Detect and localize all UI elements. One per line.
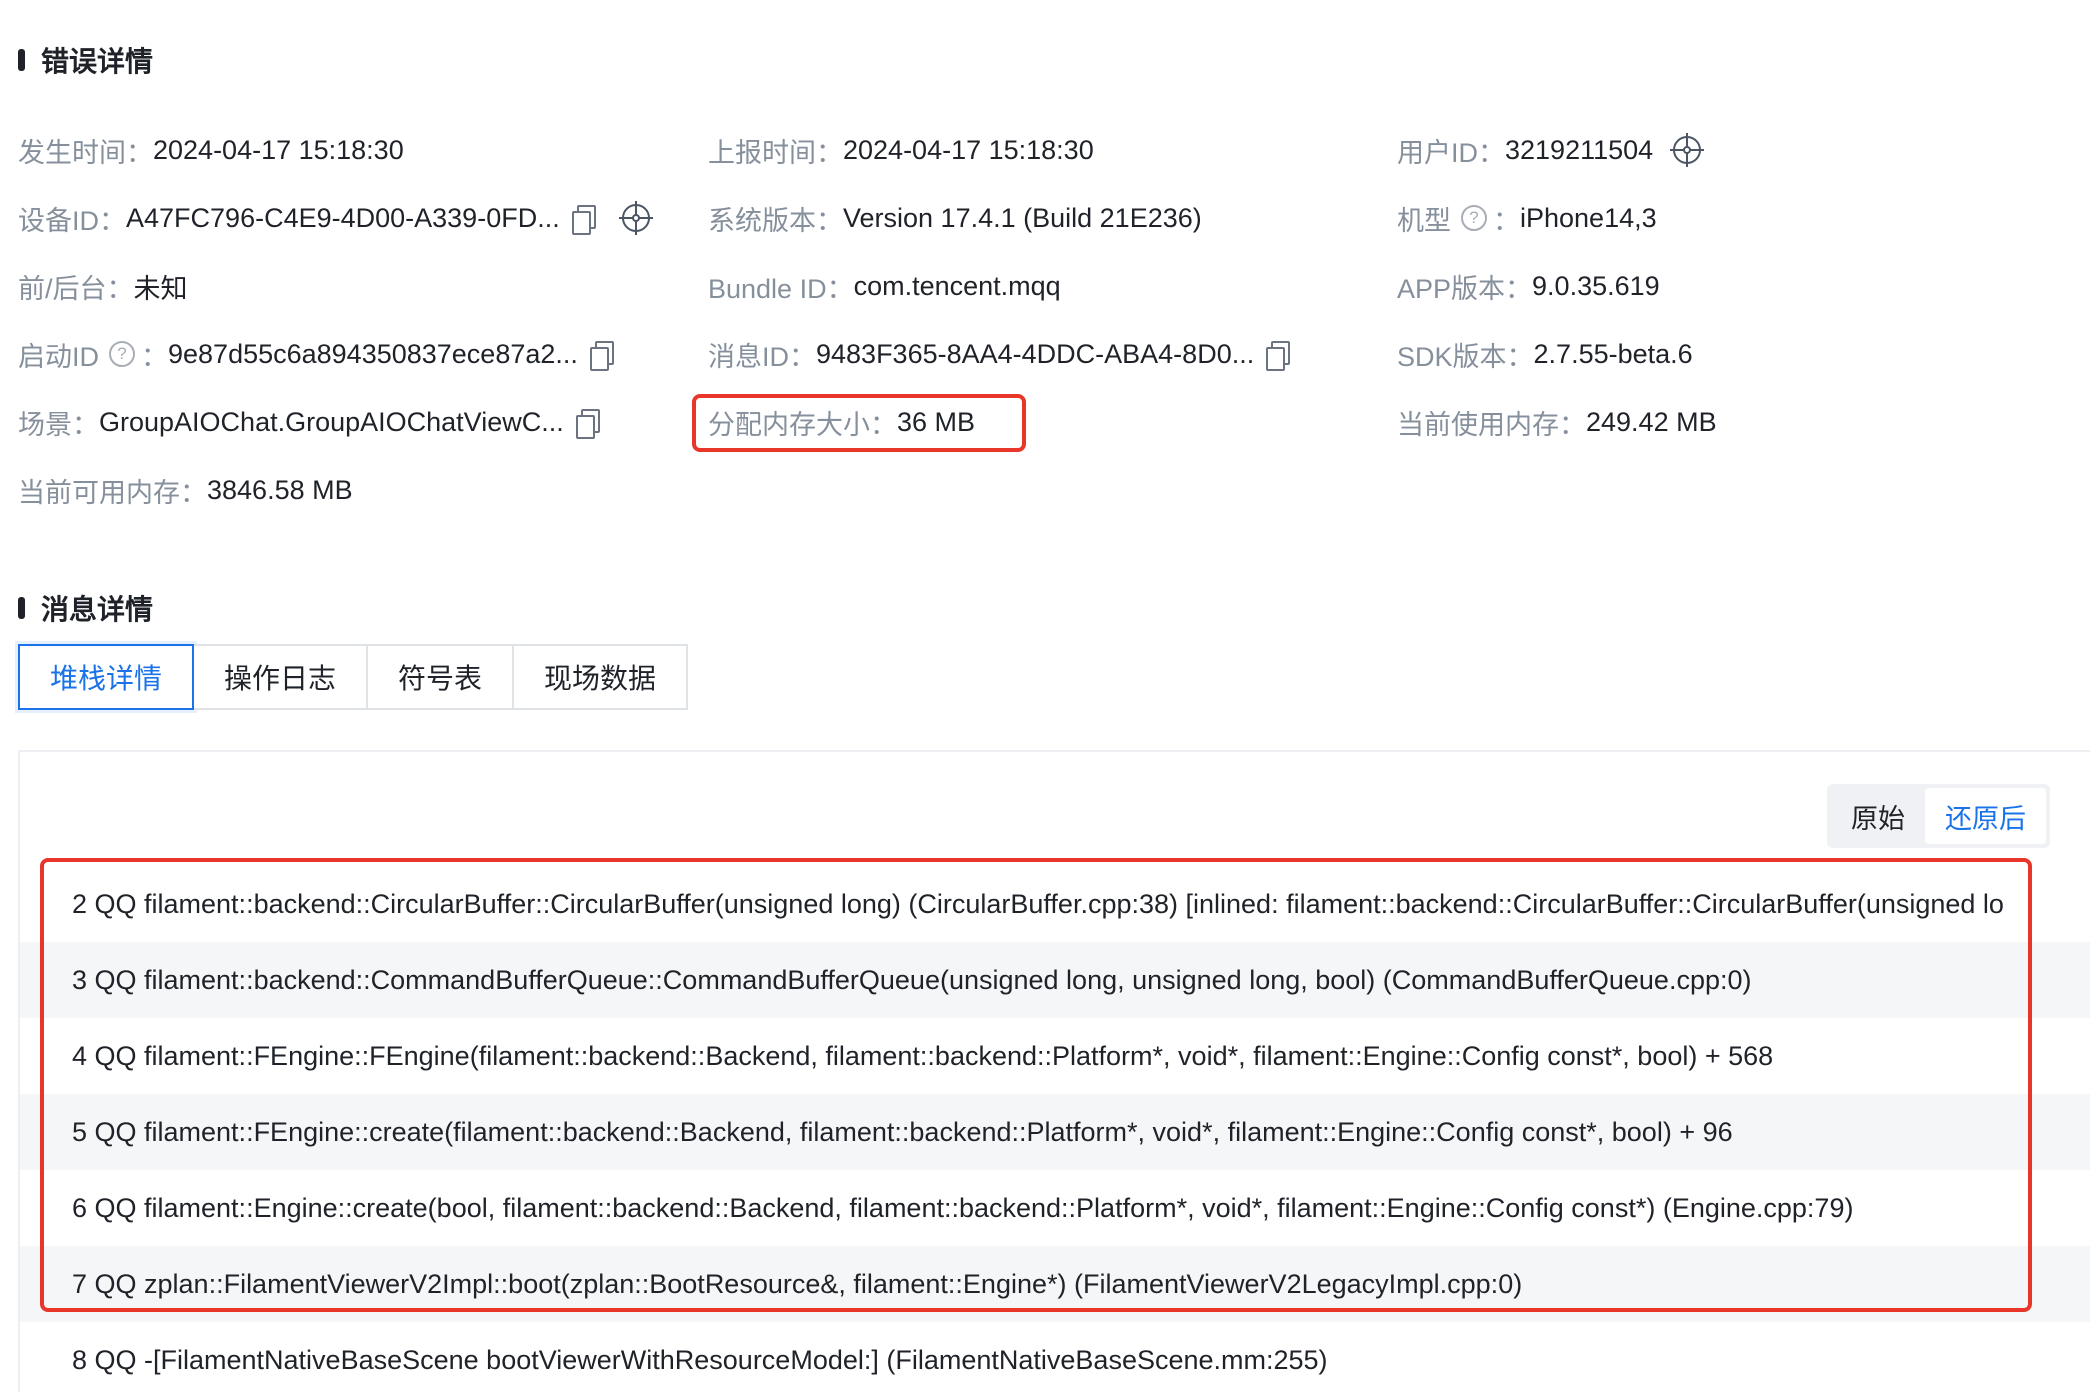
stack-row: 4 QQ filament::FEngine::FEngine(filament… bbox=[72, 1040, 1774, 1071]
toggle-raw[interactable]: 原始 bbox=[1831, 788, 1925, 844]
view-toggle: 原始 还原后 bbox=[1827, 784, 2050, 848]
help-icon[interactable]: ? bbox=[109, 341, 135, 367]
error-section-title: 错误详情 bbox=[18, 40, 153, 80]
tab-symbol-table[interactable]: 符号表 bbox=[368, 644, 514, 710]
help-icon[interactable]: ? bbox=[1461, 205, 1487, 231]
stack-row: 2 QQ filament::backend::CircularBuffer::… bbox=[72, 888, 2004, 919]
copy-scene-icon[interactable] bbox=[575, 409, 600, 439]
field-device-id: 设备ID： A47FC796-C4E9-4D00-A339-0FD... bbox=[18, 198, 650, 238]
toggle-restored[interactable]: 还原后 bbox=[1925, 788, 2046, 844]
field-app-version: APP版本： 9.0.35.619 bbox=[1397, 270, 1660, 304]
field-bundle-id: Bundle ID： com.tencent.mqq bbox=[708, 270, 1061, 304]
stack-row: 8 QQ -[FilamentNativeBaseScene bootViewe… bbox=[72, 1344, 1328, 1375]
stack-row: 6 QQ filament::Engine::create(bool, fila… bbox=[72, 1192, 1854, 1223]
locate-user-icon[interactable] bbox=[1673, 136, 1702, 164]
stack-row: 7 QQ zplan::FilamentViewerV2Impl::boot(z… bbox=[20, 1246, 2090, 1322]
section-marker bbox=[18, 49, 25, 71]
field-used-memory: 当前使用内存： 249.42 MB bbox=[1397, 406, 1717, 440]
message-section-title: 消息详情 bbox=[18, 588, 153, 628]
field-fg-bg: 前/后台： 未知 bbox=[18, 273, 188, 304]
field-sdk-version: SDK版本： 2.7.55-beta.6 bbox=[1397, 338, 1693, 372]
stack-row: 5 QQ filament::FEngine::create(filament:… bbox=[20, 1094, 2090, 1170]
stack-row: 3 QQ filament::backend::CommandBufferQue… bbox=[20, 942, 2090, 1018]
field-message-id: 消息ID： 9483F365-8AA4-4DDC-ABA4-8D0... bbox=[708, 334, 1291, 374]
copy-launch-id-icon[interactable] bbox=[589, 341, 614, 371]
field-launch-id: 启动ID ? ： 9e87d55c6a894350837ece87a2... bbox=[18, 334, 614, 374]
tab-scene-data[interactable]: 现场数据 bbox=[514, 644, 688, 710]
section-marker bbox=[18, 597, 25, 619]
error-section-title-text: 错误详情 bbox=[41, 46, 154, 77]
tab-stack-details[interactable]: 堆栈详情 bbox=[18, 644, 194, 710]
copy-message-id-icon[interactable] bbox=[1266, 341, 1291, 371]
locate-device-icon[interactable] bbox=[621, 204, 650, 232]
field-occur-time: 发生时间： 2024-04-17 15:18:30 bbox=[18, 134, 404, 168]
field-allocated-memory: 分配内存大小： 36 MB bbox=[708, 406, 976, 440]
field-user-id: 用户ID： 3219211504 bbox=[1397, 130, 1702, 170]
field-model: 机型 ? ： iPhone14,3 bbox=[1397, 202, 1657, 236]
copy-device-id-icon[interactable] bbox=[571, 205, 596, 235]
field-os-version: 系统版本： Version 17.4.1 (Build 21E236) bbox=[708, 202, 1202, 236]
stack-panel: 原始 还原后 2 QQ filament::backend::CircularB… bbox=[18, 750, 2090, 1392]
field-scene: 场景： GroupAIOChat.GroupAIOChatViewC... bbox=[18, 402, 600, 442]
tab-operation-log[interactable]: 操作日志 bbox=[194, 644, 368, 710]
field-report-time: 上报时间： 2024-04-17 15:18:30 bbox=[708, 134, 1094, 168]
message-section-title-text: 消息详情 bbox=[41, 594, 154, 625]
field-available-memory: 当前可用内存： 3846.58 MB bbox=[18, 474, 353, 508]
message-tabs: 堆栈详情 操作日志 符号表 现场数据 bbox=[18, 644, 688, 710]
